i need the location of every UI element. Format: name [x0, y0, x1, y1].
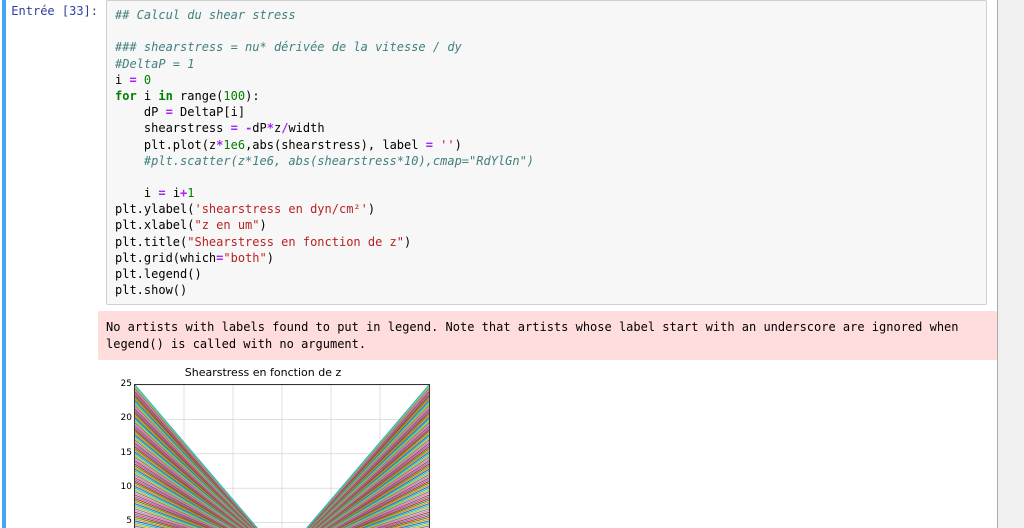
y-tick: 15	[114, 448, 132, 458]
warning-output: No artists with labels found to put in l…	[98, 311, 997, 359]
code-line: plt.show()	[115, 283, 187, 297]
code-line: ### shearstress = nu* dérivée de la vite…	[115, 40, 462, 54]
code-line: i = 0	[115, 73, 151, 87]
code-line: for i in range(100):	[115, 89, 260, 103]
y-tick: 10	[114, 482, 132, 492]
code-line: shearstress = -dP*z/width	[115, 121, 325, 135]
y-tick: 5	[114, 516, 132, 526]
chart-title: Shearstress en fonction de z	[98, 366, 428, 379]
code-line: ## Calcul du shear stress	[115, 8, 296, 22]
notebook-frame: Entrée [33]: ## Calcul du shear stress #…	[0, 0, 998, 528]
y-tick: 20	[114, 413, 132, 423]
code-line: plt.ylabel('shearstress en dyn/cm²')	[115, 202, 375, 216]
chart-lines	[135, 385, 429, 528]
y-tick: 25	[114, 379, 132, 389]
code-line: plt.plot(z*1e6,abs(shearstress), label =…	[115, 138, 462, 152]
page: Entrée [33]: ## Calcul du shear stress #…	[0, 0, 1024, 528]
code-line: #DeltaP = 1	[115, 57, 194, 71]
code-line: plt.grid(which="both")	[115, 251, 274, 265]
code-line: dP = DeltaP[i]	[115, 105, 245, 119]
chart-axes	[134, 384, 430, 528]
code-line: plt.xlabel("z en um")	[115, 218, 267, 232]
input-prompt: Entrée [33]:	[10, 0, 106, 305]
plot-output: Shearstress en fonction de z shearstress…	[98, 366, 997, 528]
code-line: plt.title("Shearstress en fonction de z"…	[115, 235, 411, 249]
code-line: i = i+1	[115, 186, 195, 200]
code-line: plt.legend()	[115, 267, 202, 281]
code-line	[115, 170, 151, 184]
code-line: #plt.scatter(z*1e6, abs(shearstress*10),…	[115, 154, 534, 168]
matplotlib-figure: Shearstress en fonction de z shearstress…	[98, 366, 448, 528]
code-editor[interactable]: ## Calcul du shear stress ### shearstres…	[106, 0, 987, 305]
code-cell: Entrée [33]: ## Calcul du shear stress #…	[10, 0, 987, 305]
cell-select-bar	[2, 0, 6, 528]
